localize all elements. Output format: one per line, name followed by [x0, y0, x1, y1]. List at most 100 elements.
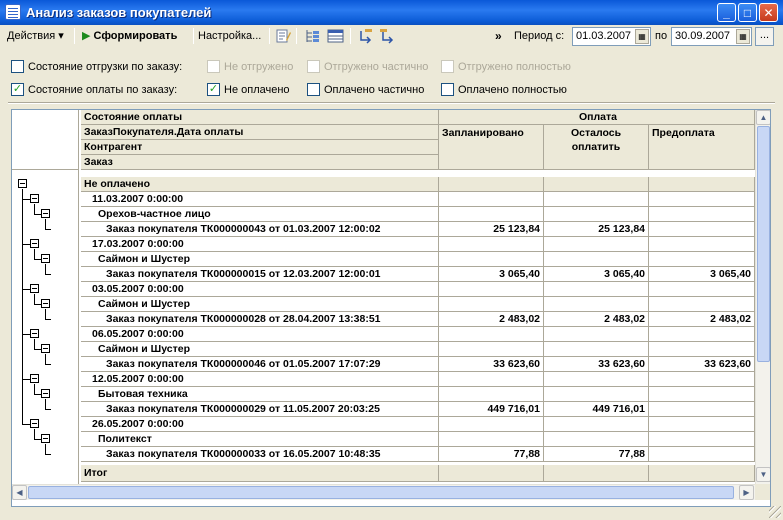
checkbox-box[interactable]	[307, 60, 320, 73]
collapse-node-icon[interactable]	[30, 239, 39, 248]
scroll-left-icon[interactable]: ◀	[12, 485, 27, 500]
scroll-right-icon[interactable]: ▶	[739, 485, 754, 500]
collapse-node-icon[interactable]	[41, 389, 50, 398]
order-row-label[interactable]: Заказ покупателя ТК000000015 от 12.03.20…	[81, 267, 439, 282]
tree-structure-icon[interactable]	[304, 28, 321, 44]
group-row-label[interactable]: Политекст	[81, 432, 439, 447]
checkbox-box[interactable]	[441, 83, 454, 96]
scroll-down-icon[interactable]: ▼	[756, 467, 770, 482]
remaining-cell	[544, 387, 649, 402]
tree-connector	[22, 379, 30, 380]
partially-paid-checkbox[interactable]: Оплачено частично	[307, 83, 424, 99]
collapse-node-icon[interactable]	[30, 419, 39, 428]
collapse-node-icon[interactable]	[30, 194, 39, 203]
more-commands-button[interactable]: »	[495, 28, 502, 45]
group-row-label[interactable]: Орехов-частное лицо	[81, 207, 439, 222]
edit-report-icon[interactable]	[275, 28, 292, 44]
partially-shipped-checkbox[interactable]: Отгружено частично	[307, 60, 428, 76]
tree-connector	[22, 244, 30, 245]
resize-grip-icon[interactable]	[769, 506, 781, 518]
tree-connector	[45, 219, 46, 229]
collapse-node-icon[interactable]	[41, 299, 50, 308]
calendar-icon[interactable]: ▦	[736, 29, 750, 44]
checkbox-box[interactable]	[441, 60, 454, 73]
table-layout-icon[interactable]	[327, 28, 344, 44]
close-button[interactable]: ✕	[759, 3, 778, 22]
order-row-label[interactable]: Заказ покупателя ТК000000029 от 11.05.20…	[81, 402, 439, 417]
collapse-node-icon[interactable]	[18, 179, 27, 188]
toolbar-separator	[193, 28, 194, 44]
planned-cell	[439, 297, 544, 312]
report-spreadsheet[interactable]: Состояние оплаты ЗаказПокупателя.Дата оп…	[11, 109, 771, 507]
header-order: Заказ	[81, 155, 439, 170]
minimize-button[interactable]: _	[717, 3, 736, 22]
not-paid-checkbox[interactable]: ✓ Не оплачено	[207, 83, 290, 99]
tree-connector	[22, 189, 23, 424]
tree-connector	[34, 439, 41, 440]
group-row-label[interactable]: Саймон и Шустер	[81, 252, 439, 267]
collapse-node-icon[interactable]	[41, 254, 50, 263]
prepaid-cell	[649, 252, 755, 267]
vertical-scrollbar[interactable]: ▲ ▼	[755, 110, 770, 484]
tree-connector	[45, 354, 46, 364]
payment-state-label: Состояние оплаты по заказу:	[28, 84, 178, 96]
order-row-label[interactable]: Заказ покупателя ТК000000033 от 16.05.20…	[81, 447, 439, 462]
collapse-node-icon[interactable]	[41, 434, 50, 443]
group-row-label[interactable]: 12.05.2007 0:00:00	[81, 372, 439, 387]
group-row-label[interactable]: 17.03.2007 0:00:00	[81, 237, 439, 252]
order-row-label[interactable]: Заказ покупателя ТК000000043 от 01.03.20…	[81, 222, 439, 237]
group-row-label[interactable]: Бытовая техника	[81, 387, 439, 402]
maximize-button[interactable]: □	[738, 3, 757, 22]
header-counterparty: Контрагент	[81, 140, 439, 155]
planned-cell: 25 123,84	[439, 222, 544, 237]
payment-state-checkbox[interactable]: ✓ Состояние оплаты по заказу:	[11, 83, 177, 99]
group-row-label[interactable]: Саймон и Шустер	[81, 297, 439, 312]
group-row-label[interactable]: 03.05.2007 0:00:00	[81, 282, 439, 297]
calendar-icon[interactable]: ▦	[635, 29, 649, 44]
group-row-label[interactable]: 26.05.2007 0:00:00	[81, 417, 439, 432]
checkmark-icon[interactable]: ✓	[207, 83, 220, 96]
collapse-node-icon[interactable]	[30, 284, 39, 293]
checkmark-icon[interactable]: ✓	[11, 83, 24, 96]
settings-button[interactable]: Настройка...	[198, 28, 261, 45]
checkbox-box[interactable]	[207, 60, 220, 73]
order-row-label[interactable]: Заказ покупателя ТК000000046 от 01.05.20…	[81, 357, 439, 372]
shipment-state-checkbox[interactable]: Состояние отгрузки по заказу:	[11, 60, 182, 76]
vertical-scroll-thumb[interactable]	[757, 126, 770, 362]
group-row-label[interactable]: 11.03.2007 0:00:00	[81, 192, 439, 207]
remaining-cell	[544, 192, 649, 207]
collapse-groups-icon[interactable]	[357, 28, 374, 44]
title-bar: Анализ заказов покупателей _ □ ✕	[0, 0, 783, 25]
not-shipped-checkbox[interactable]: Не отгружено	[207, 60, 293, 76]
group-row-label[interactable]: 06.05.2007 0:00:00	[81, 327, 439, 342]
horizontal-scroll-thumb[interactable]	[28, 486, 734, 499]
period-to-field[interactable]: 30.09.2007 ▦	[671, 27, 752, 46]
planned-cell	[439, 417, 544, 432]
period-from-field[interactable]: 01.03.2007 ▦	[572, 27, 651, 46]
collapse-node-icon[interactable]	[30, 374, 39, 383]
checkbox-box[interactable]	[11, 60, 24, 73]
partially-paid-label: Оплачено частично	[324, 84, 425, 96]
remaining-cell	[544, 282, 649, 297]
horizontal-scrollbar[interactable]: ◀ ▶	[12, 484, 755, 500]
tree-connector	[45, 399, 46, 409]
remaining-cell: 3 065,40	[544, 267, 649, 282]
collapse-node-icon[interactable]	[41, 344, 50, 353]
generate-button[interactable]: ▶ Сформировать	[82, 28, 177, 45]
order-row-label[interactable]: Заказ покупателя ТК000000028 от 28.04.20…	[81, 312, 439, 327]
fully-paid-checkbox[interactable]: Оплачено полностью	[441, 83, 567, 99]
tree-connector	[34, 384, 35, 394]
fully-shipped-checkbox[interactable]: Отгружено полностью	[441, 60, 571, 76]
collapse-node-icon[interactable]	[41, 209, 50, 218]
expand-groups-icon[interactable]	[379, 28, 396, 44]
prepaid-cell: 2 483,02	[649, 312, 755, 327]
collapse-node-icon[interactable]	[30, 329, 39, 338]
actions-menu[interactable]: Действия ▾	[7, 28, 64, 45]
remaining-cell: 2 483,02	[544, 312, 649, 327]
checkbox-box[interactable]	[307, 83, 320, 96]
group-row-label[interactable]: Саймон и Шустер	[81, 342, 439, 357]
period-select-button[interactable]: ...	[755, 27, 774, 46]
scroll-up-icon[interactable]: ▲	[756, 110, 770, 125]
filters-separator	[8, 102, 775, 104]
group-row-label[interactable]: Не оплачено	[81, 177, 439, 192]
